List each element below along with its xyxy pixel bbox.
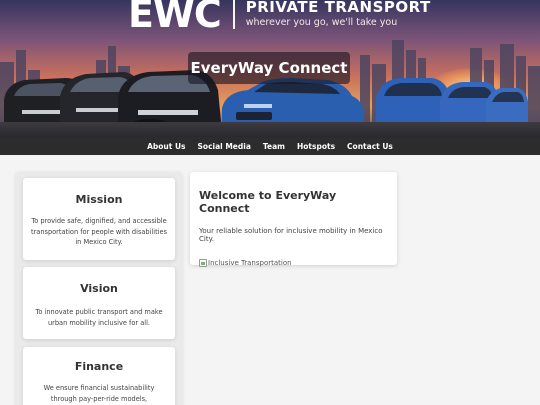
mission-text: To provide safe, dignified, and accessib… [31,217,168,247]
nav-about-us[interactable]: About Us [147,142,185,151]
finance-card: Finance We ensure financial sustainabili… [23,347,175,405]
finance-text: We ensure financial sustainability throu… [43,384,155,403]
road [0,122,540,137]
hero-title-box: EveryWay Connect [188,52,350,84]
vision-title: Vision [80,282,118,295]
vision-text: To innovate public transport and make ur… [35,308,163,327]
brand-logo[interactable]: EWC PRIVATE TRANSPORT wherever you go, w… [128,0,431,34]
logo-title: PRIVATE TRANSPORT [245,0,431,16]
mission-card: Mission To provide safe, dignified, and … [23,178,175,260]
main-nav: About Us Social Media Team Hotspots Cont… [0,137,540,155]
hero-title: EveryWay Connect [190,59,348,77]
finance-title: Finance [74,360,124,373]
broken-image-icon [199,259,207,267]
vision-card: Vision To innovate public transport and … [23,267,175,339]
image-alt-text: Inclusive Transportation [208,259,292,267]
logo-mark: EWC [128,0,222,36]
nav-social-media[interactable]: Social Media [198,142,251,151]
nav-contact-us[interactable]: Contact Us [347,142,393,151]
mission-title: Mission [75,193,123,206]
logo-tagline: wherever you go, we'll take you [245,17,398,28]
welcome-title: Welcome to EveryWay Connect [199,189,337,215]
inclusive-transport-image: Inclusive Transportation [199,259,388,267]
nav-hotspots[interactable]: Hotspots [297,142,335,151]
nav-team[interactable]: Team [263,142,285,151]
hero-banner: EWC PRIVATE TRANSPORT wherever you go, w… [0,0,540,137]
welcome-panel: Welcome to EveryWay Connect Your reliabl… [190,172,397,267]
logo-divider [232,0,235,29]
welcome-subtitle: Your reliable solution for inclusive mob… [199,227,383,243]
